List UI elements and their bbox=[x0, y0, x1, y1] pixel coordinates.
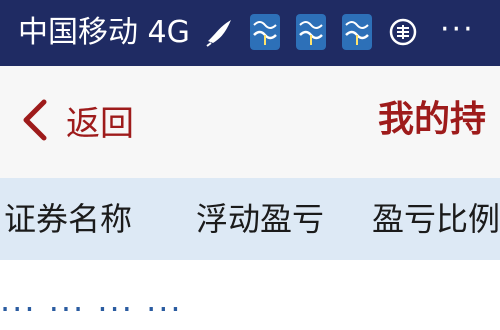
row-partial-text: ··· ··· ··· ··· bbox=[0, 290, 183, 328]
app-wave-icon bbox=[342, 14, 372, 50]
column-header-floating-pl[interactable]: 浮动盈亏 bbox=[196, 198, 324, 240]
column-header-name[interactable]: 证券名称 bbox=[4, 198, 132, 240]
holdings-row[interactable]: ··· ··· ··· ··· bbox=[0, 260, 500, 328]
carrier-label: 中国移动 4G bbox=[18, 15, 190, 50]
back-button[interactable]: 返回 bbox=[18, 96, 134, 144]
status-bar: 中国移动 4G ··· bbox=[0, 0, 500, 66]
bird-icon bbox=[204, 14, 234, 50]
bank-icon bbox=[388, 14, 418, 50]
column-header-pl-ratio[interactable]: 盈亏比例 bbox=[372, 198, 500, 240]
chevron-left-icon bbox=[23, 99, 47, 141]
more-icon: ··· bbox=[440, 12, 475, 47]
app-wave-icon bbox=[296, 14, 326, 50]
back-label: 返回 bbox=[66, 103, 134, 144]
page-header: 返回 我的持 bbox=[0, 66, 500, 178]
page-title: 我的持 bbox=[378, 99, 487, 140]
app-wave-icon bbox=[250, 14, 280, 50]
column-header-bar: 证券名称 浮动盈亏 盈亏比例 bbox=[0, 178, 500, 260]
